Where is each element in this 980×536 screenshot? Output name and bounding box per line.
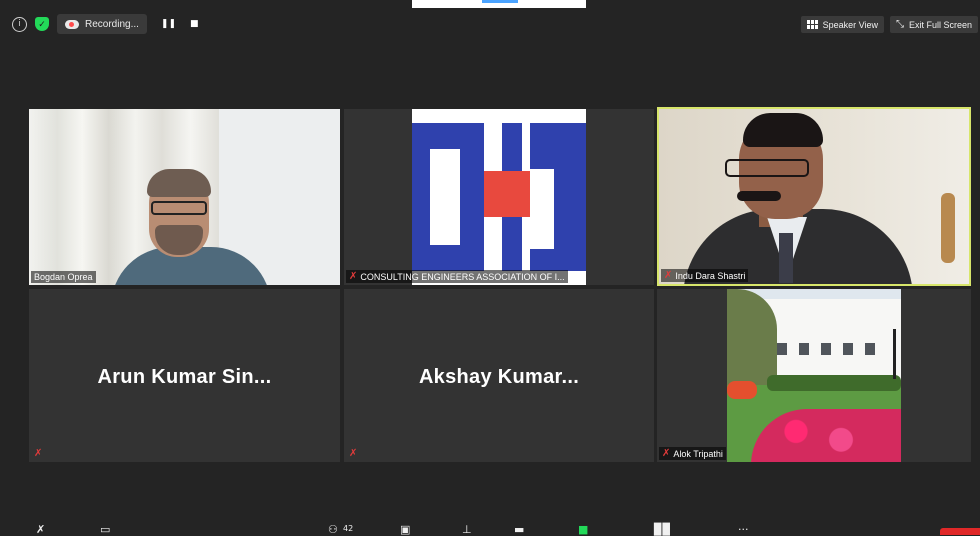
chat-button[interactable]: ▣ <box>400 524 410 535</box>
meeting-status-group: i ✓ Recording... ❚❚ ■ <box>12 14 199 34</box>
muted-mic-icon: ✗ <box>349 271 358 282</box>
video-tile[interactable]: ✗ Alok Tripathi <box>657 289 971 462</box>
participant-glasses <box>151 201 207 215</box>
recording-indicator[interactable]: Recording... <box>57 14 147 34</box>
muted-mic-icon: ✗ <box>662 448 671 459</box>
building-window <box>865 343 875 355</box>
meeting-toolbar: ✗ ▭ ⚇ 42 ▣ ⊥ ▬ ■ ▉▉ ··· <box>0 522 980 535</box>
background-ornament <box>941 193 955 263</box>
video-tile[interactable]: Akshay Kumar... ✗ <box>344 289 654 462</box>
view-controls: Speaker View ⤡ Exit Full Screen <box>800 16 978 33</box>
end-meeting-button[interactable] <box>940 528 980 535</box>
participant-name: CONSULTING ENGINEERS ASSOCIATION OF I... <box>360 271 565 282</box>
participants-button[interactable]: ⚇ <box>328 524 338 535</box>
participant-name: Indu Dara Shastri <box>675 270 746 281</box>
shield-icon[interactable]: ✓ <box>35 17 49 31</box>
participant-name: Bogdan Oprea <box>34 272 93 282</box>
participant-display-name: Akshay Kumar... <box>418 366 580 388</box>
video-tile[interactable]: ✗ CONSULTING ENGINEERS ASSOCIATION OF I.… <box>344 109 654 285</box>
participant-name: Alok Tripathi <box>673 448 723 459</box>
hedge <box>767 375 901 391</box>
speaker-view-label: Speaker View <box>822 19 878 30</box>
building-window <box>777 343 787 355</box>
logo-shape <box>430 149 460 245</box>
participant-name-label: ✗ <box>346 447 360 460</box>
mute-button[interactable]: ✗ <box>36 524 45 535</box>
more-button[interactable]: ··· <box>738 524 749 535</box>
video-tile[interactable]: Bogdan Oprea <box>29 109 340 285</box>
flower-bed <box>727 381 757 399</box>
record-button[interactable]: ▬ <box>514 524 524 535</box>
building-window <box>843 343 853 355</box>
building-window <box>799 343 809 355</box>
logo-shape <box>530 169 554 249</box>
pause-recording-button[interactable]: ❚❚ <box>161 19 176 29</box>
info-icon[interactable]: i <box>12 16 27 32</box>
stop-video-button[interactable]: ▭ <box>100 524 110 535</box>
participant-tie <box>779 233 793 283</box>
participant-name-label: Bogdan Oprea <box>31 271 96 283</box>
muted-mic-icon: ✗ <box>664 270 673 281</box>
participant-hair <box>147 169 211 197</box>
building <box>757 299 901 381</box>
participant-name-label: ✗ <box>31 447 45 460</box>
participant-display-name: Arun Kumar Sin... <box>97 366 272 388</box>
organization-logo <box>412 109 586 285</box>
reactions-button[interactable]: ▉▉ <box>654 524 671 535</box>
muted-mic-icon: ✗ <box>34 448 43 459</box>
participant-name-label: ✗ Alok Tripathi <box>659 447 726 460</box>
recording-label: Recording... <box>85 18 139 30</box>
meeting-top-bar: i ✓ Recording... ❚❚ ■ Speaker View ⤡ Exi… <box>0 0 980 48</box>
building-window <box>821 343 831 355</box>
logo-red-square <box>484 171 530 217</box>
grid-icon <box>806 20 818 29</box>
lamp-post <box>893 329 896 379</box>
muted-mic-icon: ✗ <box>349 448 358 459</box>
cloud-record-icon <box>65 19 79 29</box>
participant-name-label: ✗ Indu Dara Shastri <box>661 269 749 282</box>
participants-count: 42 <box>343 524 354 533</box>
participant-glasses <box>725 159 809 177</box>
participant-hair <box>743 113 823 147</box>
share-screen-button[interactable]: ⊥ <box>462 524 472 535</box>
exit-fullscreen-icon: ⤡ <box>895 19 904 30</box>
participant-mustache <box>737 191 781 201</box>
video-tile[interactable]: Arun Kumar Sin... ✗ <box>29 289 340 462</box>
garden-background-image <box>727 289 901 462</box>
share-screen-strip <box>412 0 586 8</box>
active-speaker-tile[interactable]: ✗ Indu Dara Shastri <box>657 107 971 286</box>
speaker-view-button[interactable]: Speaker View <box>800 16 884 33</box>
breakout-rooms-button[interactable]: ■ <box>578 524 588 535</box>
exit-fullscreen-button[interactable]: ⤡ Exit Full Screen <box>889 16 978 33</box>
exit-fullscreen-label: Exit Full Screen <box>908 19 972 30</box>
stop-recording-button[interactable]: ■ <box>190 19 199 29</box>
participant-name-label: ✗ CONSULTING ENGINEERS ASSOCIATION OF I.… <box>346 270 568 283</box>
